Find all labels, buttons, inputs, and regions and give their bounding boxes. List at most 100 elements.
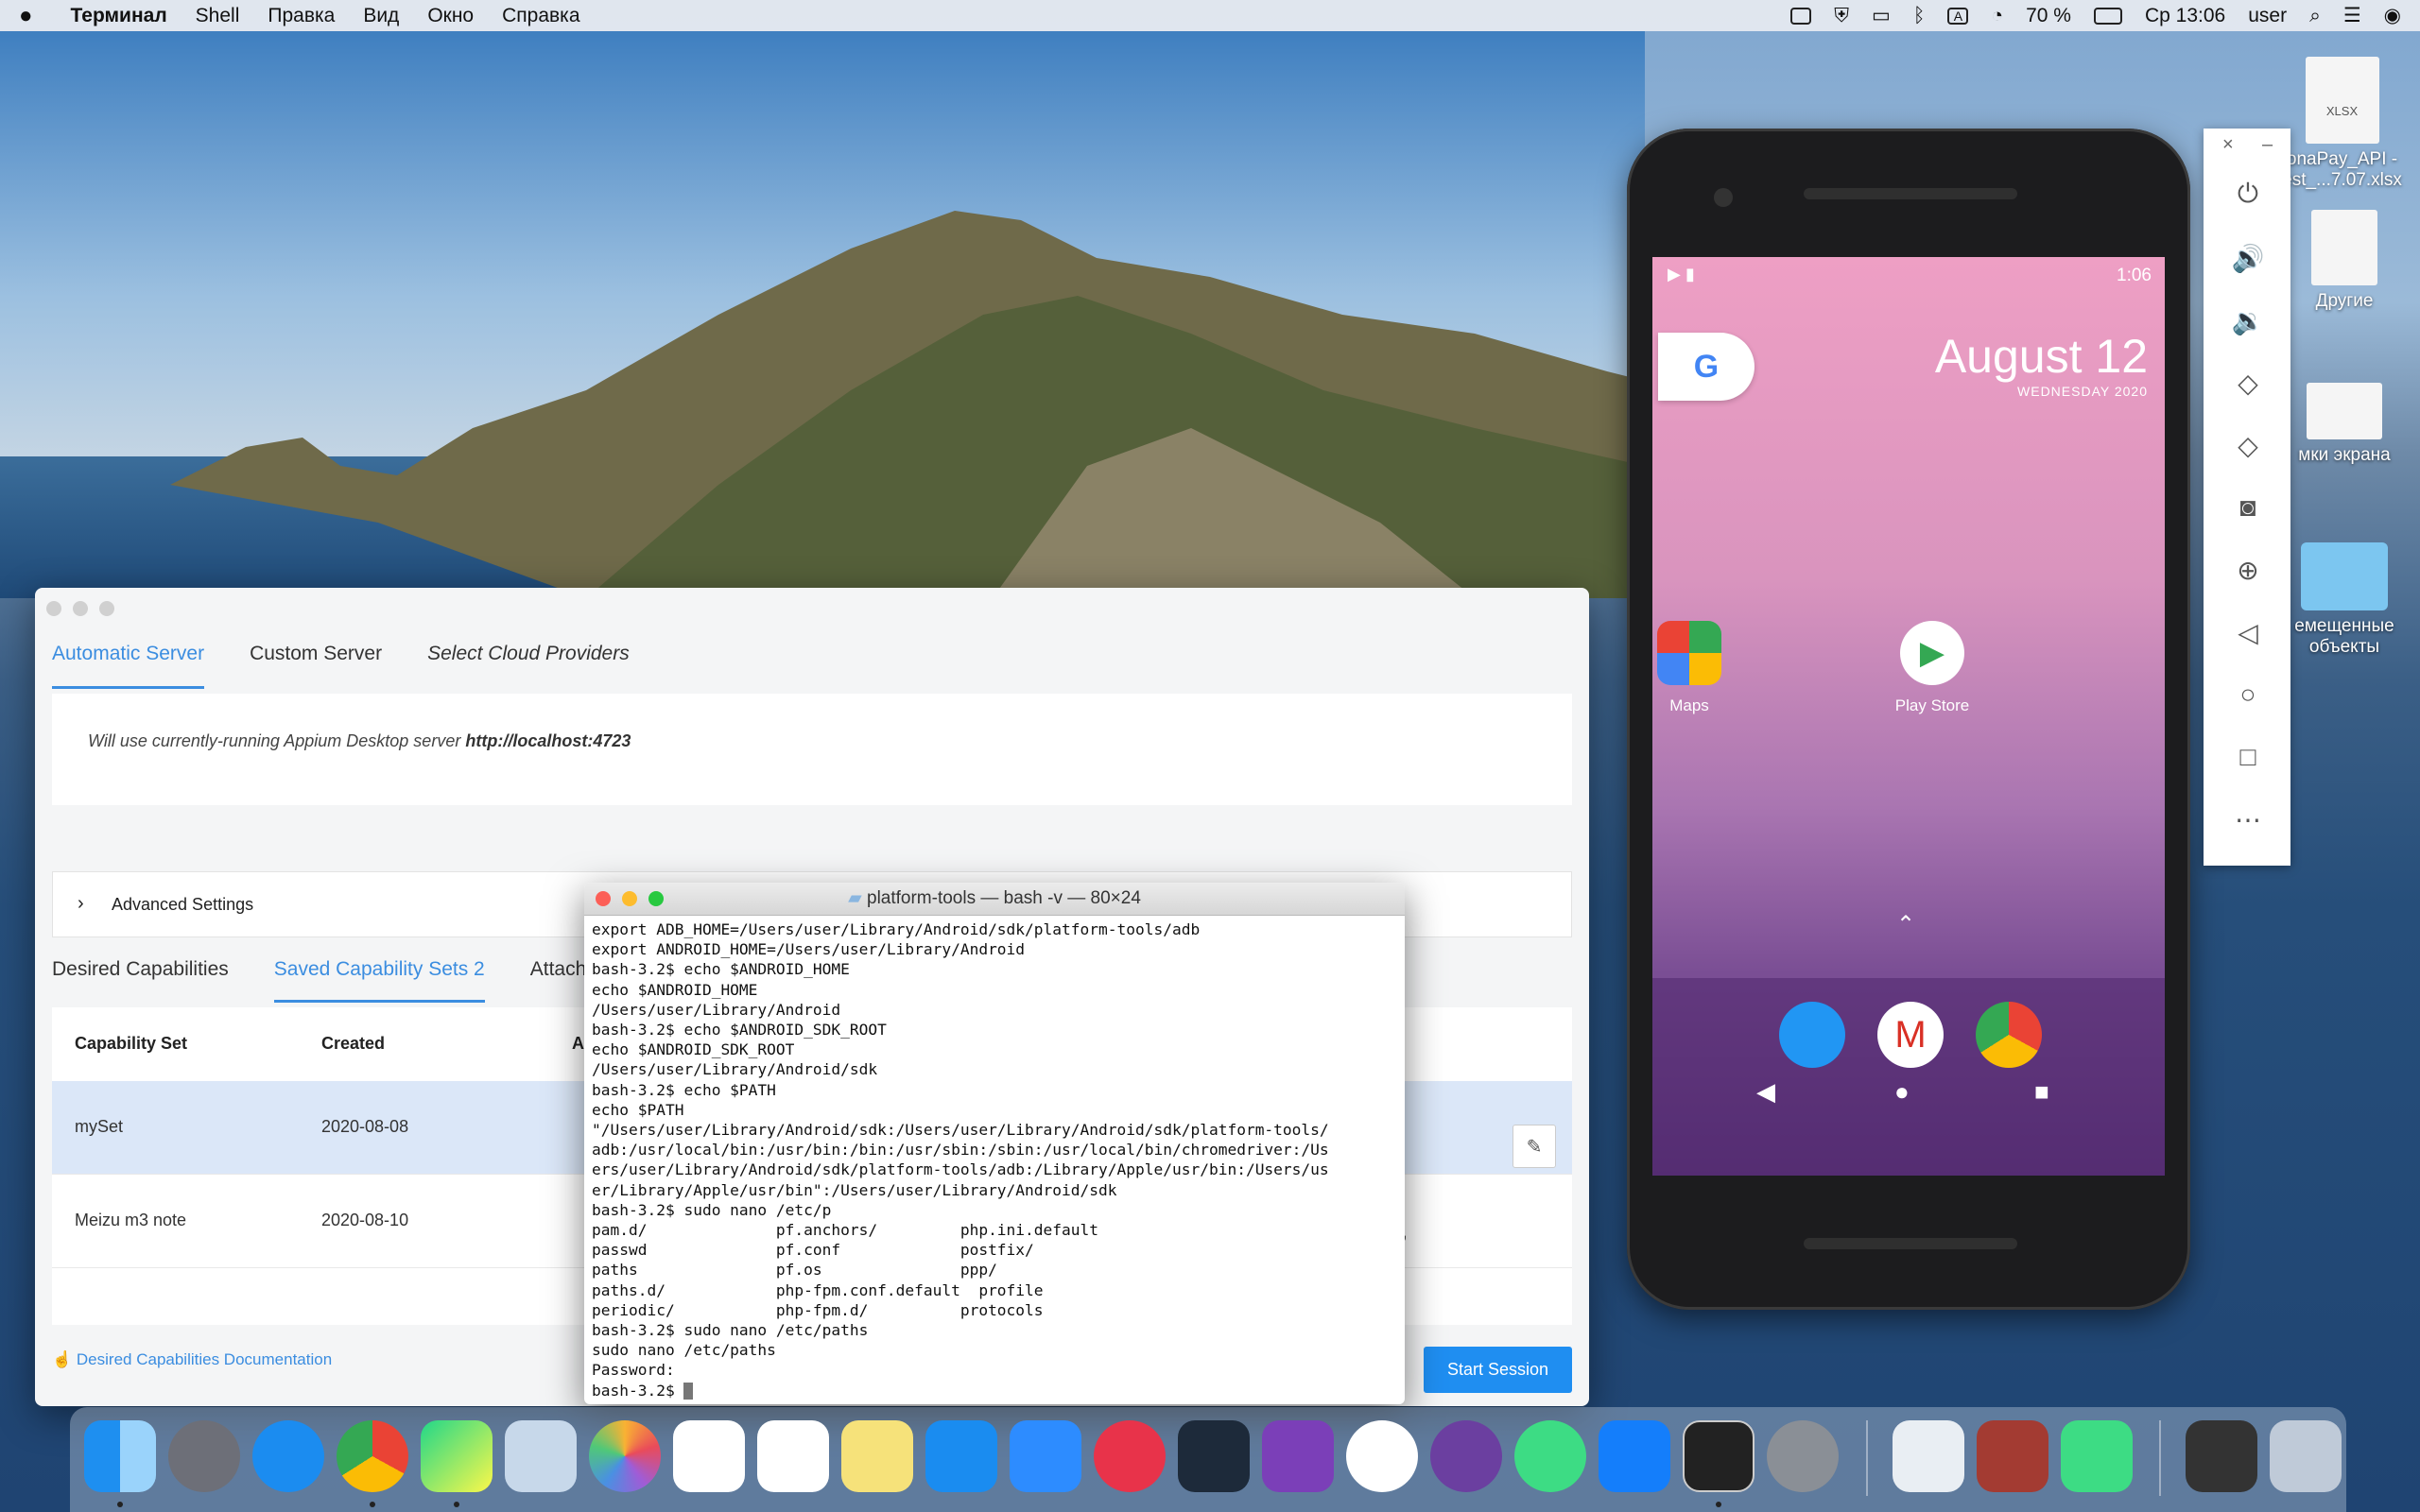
desktop-file-label: Другие (2315, 291, 2374, 311)
rotate-left-icon[interactable]: ◇ (2232, 367, 2264, 399)
date-widget[interactable]: August 12 (1935, 329, 2148, 384)
app-play-store[interactable]: ▶ Play Store (1880, 621, 1984, 715)
safari-icon[interactable] (252, 1420, 324, 1492)
menu-user[interactable]: user (2248, 5, 2287, 27)
slack-icon[interactable] (1346, 1420, 1418, 1492)
control-list-icon[interactable]: ☰ (2343, 4, 2361, 27)
desktop-folder-screenshots[interactable]: мки экрана (2269, 383, 2420, 466)
battery-percent[interactable]: 70 % (2026, 5, 2071, 27)
chrome-icon[interactable] (337, 1420, 408, 1492)
notes-icon[interactable] (841, 1420, 913, 1492)
recents-nav-icon[interactable]: ■ (2034, 1077, 2049, 1107)
shield-menu-icon[interactable]: ⛨ (1834, 5, 1849, 27)
android-file-transfer-icon[interactable] (2061, 1420, 2133, 1492)
wifi-menu-icon[interactable]: ◔ (1991, 5, 2003, 27)
downloads-stack-icon[interactable] (2186, 1420, 2257, 1492)
xcode-icon[interactable] (1599, 1420, 1670, 1492)
tab-desired-capabilities[interactable]: Desired Capabilities (52, 958, 229, 1003)
menu-shell[interactable]: Shell (196, 5, 240, 27)
back-nav-icon[interactable]: ◀ (1756, 1077, 1775, 1107)
zoom-button[interactable] (648, 891, 664, 906)
preview-icon[interactable] (1893, 1420, 1964, 1492)
power-icon[interactable]: ⏻ (2232, 178, 2264, 210)
app-maps[interactable]: Maps (1652, 621, 1741, 715)
system-preferences-icon[interactable] (1767, 1420, 1839, 1492)
menu-app-name[interactable]: Терминал (71, 5, 167, 27)
video-editor-icon[interactable] (1178, 1420, 1250, 1492)
edit-capability-button[interactable]: ✎ (1512, 1125, 1556, 1168)
home-icon[interactable]: ○ (2232, 679, 2264, 711)
google-search-widget[interactable]: G (1658, 333, 1754, 401)
menu-clock[interactable]: Ср 13:06 (2145, 5, 2225, 27)
minimize-button[interactable] (73, 601, 88, 616)
zoom-button[interactable] (99, 601, 114, 616)
camera-icon[interactable]: ◙ (2232, 491, 2264, 524)
volume-up-icon[interactable]: 🔊 (2232, 242, 2265, 274)
start-session-button[interactable]: Start Session (1424, 1347, 1572, 1393)
onenote-icon[interactable] (1262, 1420, 1334, 1492)
xlsx-file-icon: XLSX (2305, 57, 2379, 144)
bluetooth-menu-icon[interactable]: ᛒ (1913, 5, 1926, 27)
close-icon[interactable]: × (2222, 134, 2234, 156)
rotate-right-icon[interactable]: ◇ (2232, 429, 2264, 461)
macos-dock (70, 1407, 2346, 1512)
tor-browser-icon[interactable] (1430, 1420, 1502, 1492)
top-speaker (1804, 188, 2017, 199)
close-button[interactable] (596, 891, 611, 906)
android-clock: 1:06 (2117, 266, 2152, 285)
menu-help[interactable]: Справка (502, 5, 579, 27)
tab-cloud-providers[interactable]: Select Cloud Providers (427, 643, 630, 689)
tab-automatic-server[interactable]: Automatic Server (52, 643, 205, 689)
desktop-folder-other[interactable]: Другие (2269, 210, 2420, 312)
android-screen[interactable]: ▶ ▮ 1:06 G August 12 WEDNESDAY 2020 Maps… (1652, 257, 2165, 1176)
gmail-icon[interactable]: M (1877, 1002, 1944, 1068)
volume-down-icon[interactable]: 🔉 (2232, 304, 2265, 336)
home-nav-icon[interactable]: ● (1894, 1077, 1910, 1107)
close-button[interactable] (46, 601, 61, 616)
menu-window[interactable]: Окно (427, 5, 474, 27)
trash-icon[interactable] (2270, 1420, 2342, 1492)
apple-menu-icon[interactable]: ● (19, 3, 33, 29)
spotlight-search-icon[interactable]: ⌕ (2309, 5, 2321, 27)
minimize-button[interactable] (622, 891, 637, 906)
menu-edit[interactable]: Правка (268, 5, 335, 27)
server-info-text: Will use currently-running Appium Deskto… (88, 731, 631, 751)
reminders-icon[interactable] (757, 1420, 829, 1492)
app-drawer-caret-icon[interactable]: ⌃ (1896, 911, 1915, 938)
zoom-icon[interactable]: ⊕ (2232, 554, 2264, 586)
more-icon[interactable]: ⋯ (2232, 803, 2264, 835)
menu-view[interactable]: Вид (363, 5, 399, 27)
keyboard-input-icon[interactable]: A (1947, 7, 1969, 25)
back-icon[interactable]: ◁ (2232, 616, 2264, 648)
android-studio-icon[interactable] (1514, 1420, 1586, 1492)
airplay-menu-icon[interactable]: ▭ (1872, 4, 1891, 27)
front-camera (1714, 188, 1733, 207)
pycharm-icon[interactable] (421, 1420, 493, 1492)
battery-icon[interactable] (2093, 7, 2122, 25)
terminal-window[interactable]: ▰ platform-tools — bash -v — 80×24 expor… (584, 883, 1405, 1404)
tab-saved-capability-sets[interactable]: Saved Capability Sets 2 (273, 958, 485, 1003)
tab-attach[interactable]: Attach (530, 958, 587, 1003)
screen-recorder-icon[interactable] (1094, 1420, 1166, 1492)
zoom-menu-icon[interactable] (1790, 7, 1812, 25)
mail-icon[interactable] (505, 1420, 577, 1492)
tab-custom-server[interactable]: Custom Server (250, 643, 382, 689)
calendar-icon[interactable] (673, 1420, 745, 1492)
launchpad-icon[interactable] (168, 1420, 240, 1492)
overview-icon[interactable]: □ (2232, 741, 2264, 773)
photos-icon[interactable] (589, 1420, 661, 1492)
terminal-title-bar[interactable]: ▰ platform-tools — bash -v — 80×24 (584, 883, 1405, 916)
dictionary-icon[interactable] (1977, 1420, 2048, 1492)
terminal-icon[interactable] (1683, 1420, 1754, 1492)
minimize-icon[interactable]: – (2262, 134, 2273, 156)
zoom-app-icon[interactable] (1010, 1420, 1081, 1492)
chrome-icon[interactable] (1976, 1002, 2042, 1068)
terminal-output[interactable]: export ADB_HOME=/Users/user/Library/Andr… (584, 916, 1405, 1404)
siri-icon[interactable]: ◉ (2384, 4, 2401, 27)
capabilities-docs-link[interactable]: ☝ Desired Capabilities Documentation (52, 1350, 332, 1369)
column-header-actions: A (572, 1034, 584, 1053)
messages-icon[interactable] (1779, 1002, 1845, 1068)
app-store-icon[interactable] (925, 1420, 997, 1492)
finder-icon[interactable] (84, 1420, 156, 1492)
desktop-folder-moved[interactable]: емещенные объекты (2269, 542, 2420, 658)
